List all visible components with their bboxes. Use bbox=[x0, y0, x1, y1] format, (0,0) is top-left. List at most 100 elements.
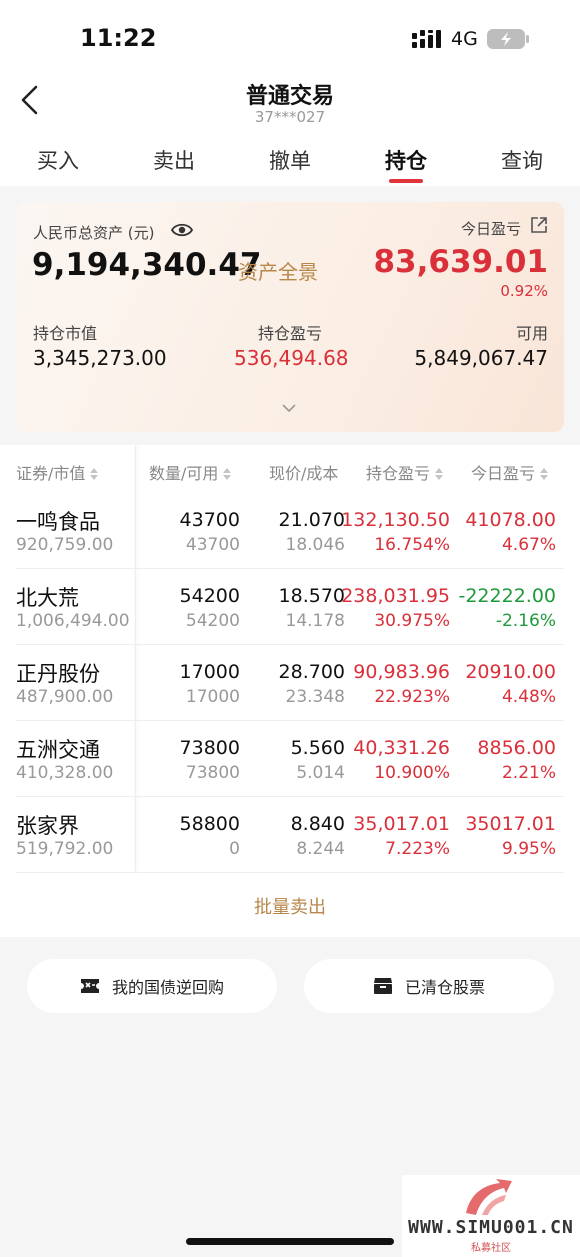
available-quantity: 0 bbox=[229, 839, 240, 859]
holding-pl-label: 持仓盈亏 bbox=[258, 324, 323, 343]
header-holding-pl[interactable]: 持仓盈亏 bbox=[366, 460, 444, 484]
table-row[interactable]: 北大荒 1,006,494.00 54200 54200 18.570 14.1… bbox=[0, 569, 580, 645]
total-assets-value: 9,194,340.47 bbox=[32, 247, 262, 283]
table-row[interactable]: 张家界 519,792.00 58800 0 8.840 8.244 35,01… bbox=[0, 797, 580, 873]
today-pl-label: 今日盈亏 bbox=[460, 220, 521, 238]
today-pl-value: 83,639.01 bbox=[373, 244, 548, 280]
batch-sell-button[interactable]: 批量卖出 bbox=[0, 893, 580, 919]
sort-icon bbox=[90, 468, 99, 480]
table-row[interactable]: 正丹股份 487,900.00 17000 17000 28.700 23.34… bbox=[0, 645, 580, 721]
available-quantity: 43700 bbox=[185, 535, 240, 555]
header-quantity[interactable]: 数量/可用 bbox=[149, 460, 232, 484]
quantity: 54200 bbox=[179, 585, 240, 607]
cost-price: 18.046 bbox=[285, 535, 345, 555]
share-icon[interactable] bbox=[530, 216, 548, 234]
reverse-repo-button[interactable]: 我的国债逆回购 bbox=[27, 959, 277, 1013]
today-pl-percent: 4.67% bbox=[501, 535, 556, 555]
tab-buy[interactable]: 买入 bbox=[0, 130, 116, 186]
total-assets-label: 人民币总资产 (元) bbox=[33, 224, 155, 242]
today-pl-percent: 2.21% bbox=[501, 763, 556, 783]
chevron-down-icon[interactable] bbox=[282, 403, 296, 413]
header-today-pl[interactable]: 今日盈亏 bbox=[471, 460, 549, 484]
stock-name: 一鸣食品 bbox=[16, 510, 100, 534]
watermark-logo bbox=[466, 1179, 512, 1215]
today-pl: -22222.00 bbox=[458, 585, 556, 607]
holding-pl-percent: 16.754% bbox=[374, 535, 450, 555]
sort-icon bbox=[435, 468, 444, 480]
home-indicator bbox=[186, 1238, 394, 1245]
tab-sell[interactable]: 卖出 bbox=[116, 130, 232, 186]
signal-icon bbox=[412, 30, 441, 48]
today-pl: 20910.00 bbox=[465, 661, 556, 683]
eye-icon[interactable] bbox=[171, 221, 193, 239]
today-pl-percent: -2.16% bbox=[495, 611, 556, 631]
header-stock[interactable]: 证券/市值 bbox=[16, 460, 99, 484]
box-icon bbox=[373, 978, 392, 994]
stock-market-value: 519,792.00 bbox=[16, 839, 114, 859]
holding-pl: 35,017.01 bbox=[353, 813, 450, 835]
tab-query[interactable]: 查询 bbox=[464, 130, 580, 186]
holding-pl: 40,331.26 bbox=[353, 737, 450, 759]
available-value: 5,849,067.47 bbox=[414, 346, 548, 370]
cleared-stocks-button[interactable]: 已清仓股票 bbox=[304, 959, 554, 1013]
sort-icon bbox=[540, 468, 549, 480]
today-pl: 41078.00 bbox=[465, 509, 556, 531]
row-divider bbox=[16, 872, 564, 873]
stock-market-value: 1,006,494.00 bbox=[16, 611, 130, 631]
network-label: 4G bbox=[451, 28, 478, 50]
cost-price: 5.014 bbox=[296, 763, 345, 783]
today-pl: 8856.00 bbox=[477, 737, 556, 759]
cost-price: 8.244 bbox=[296, 839, 345, 859]
current-price: 28.700 bbox=[278, 661, 345, 683]
stock-name: 正丹股份 bbox=[16, 662, 100, 686]
tab-positions[interactable]: 持仓 bbox=[348, 130, 464, 186]
ticket-icon bbox=[80, 979, 99, 993]
quantity: 73800 bbox=[179, 737, 240, 759]
quantity: 58800 bbox=[179, 813, 240, 835]
watermark-subtitle: 私募社区 bbox=[471, 1243, 511, 1254]
battery-icon bbox=[487, 29, 529, 49]
current-price: 5.560 bbox=[290, 737, 345, 759]
header-price: 现价/成本 bbox=[269, 464, 339, 483]
available-label: 可用 bbox=[515, 324, 548, 343]
current-price: 8.840 bbox=[290, 813, 345, 835]
stock-market-value: 410,328.00 bbox=[16, 763, 114, 783]
holding-pl: 90,983.96 bbox=[353, 661, 450, 683]
available-quantity: 54200 bbox=[185, 611, 240, 631]
market-value: 3,345,273.00 bbox=[33, 346, 167, 370]
stock-name: 北大荒 bbox=[16, 586, 79, 610]
holding-pl: 132,130.50 bbox=[341, 509, 450, 531]
holding-pl-percent: 22.923% bbox=[374, 687, 450, 707]
status-bar: 11:22 4G bbox=[0, 0, 580, 72]
trade-tabs: 买入 卖出 撤单 持仓 查询 bbox=[0, 130, 580, 186]
stock-name: 张家界 bbox=[16, 814, 79, 838]
available-quantity: 17000 bbox=[185, 687, 240, 707]
asset-summary-card: 人民币总资产 (元) 9,194,340.47 资产全景 今日盈亏 83,639… bbox=[16, 202, 564, 432]
holding-pl: 238,031.95 bbox=[341, 585, 450, 607]
current-price: 21.070 bbox=[278, 509, 345, 531]
reverse-repo-label: 我的国债逆回购 bbox=[111, 978, 224, 997]
stock-name: 五洲交通 bbox=[16, 738, 100, 762]
site-watermark: WWW.SIMU001.CN 私募社区 bbox=[402, 1175, 580, 1257]
holding-pl-percent: 10.900% bbox=[374, 763, 450, 783]
status-time: 11:22 bbox=[80, 24, 157, 52]
current-price: 18.570 bbox=[278, 585, 345, 607]
cost-price: 23.348 bbox=[285, 687, 345, 707]
asset-panorama-link[interactable]: 资产全景 bbox=[238, 256, 318, 285]
cost-price: 14.178 bbox=[285, 611, 345, 631]
table-row[interactable]: 一鸣食品 920,759.00 43700 43700 21.070 18.04… bbox=[0, 493, 580, 569]
holding-pl-value: 536,494.68 bbox=[234, 346, 349, 370]
cleared-stocks-label: 已清仓股票 bbox=[404, 978, 485, 997]
today-pl: 35017.01 bbox=[465, 813, 556, 835]
holding-pl-percent: 7.223% bbox=[385, 839, 450, 859]
account-number: 37***027 bbox=[254, 108, 326, 126]
market-value-label: 持仓市值 bbox=[33, 324, 98, 343]
watermark-site: WWW.SIMU001.CN bbox=[408, 1217, 574, 1238]
stock-market-value: 487,900.00 bbox=[16, 687, 114, 707]
tab-cancel[interactable]: 撤单 bbox=[232, 130, 348, 186]
today-pl-percent: 4.48% bbox=[501, 687, 556, 707]
quantity: 43700 bbox=[179, 509, 240, 531]
quantity: 17000 bbox=[179, 661, 240, 683]
table-row[interactable]: 五洲交通 410,328.00 73800 73800 5.560 5.014 … bbox=[0, 721, 580, 797]
stock-market-value: 920,759.00 bbox=[16, 535, 114, 555]
